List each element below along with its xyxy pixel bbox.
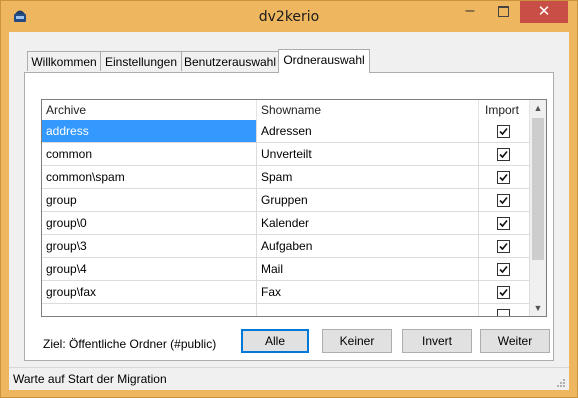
status-text: Warte auf Start der Migration <box>13 372 167 386</box>
column-header-import[interactable]: Import <box>479 100 530 120</box>
target-label: Ziel: Öffentliche Ordner (#public) <box>43 337 217 351</box>
resize-grip-icon[interactable] <box>555 376 565 387</box>
tab-benutzerauswahl[interactable]: Benutzerauswahl <box>181 51 279 71</box>
table-row[interactable]: common Unverteilt <box>42 143 530 166</box>
cell-import <box>479 166 530 189</box>
invert-button[interactable]: Invert <box>402 329 472 353</box>
table-row[interactable]: address Adressen <box>42 120 530 143</box>
cell-archive[interactable] <box>42 304 257 316</box>
cell-showname[interactable]: Gruppen <box>257 189 479 212</box>
cell-showname[interactable]: Aufgaben <box>257 235 479 258</box>
import-checkbox[interactable] <box>497 286 510 299</box>
import-checkbox[interactable] <box>497 125 510 138</box>
cell-showname[interactable]: Fax <box>257 281 479 304</box>
cell-showname[interactable] <box>257 304 479 316</box>
alle-button[interactable]: Alle <box>241 329 309 353</box>
import-checkbox[interactable] <box>497 263 510 276</box>
checkmark-icon <box>499 127 508 136</box>
checkmark-icon <box>499 265 508 274</box>
import-checkbox[interactable] <box>497 309 510 316</box>
title-bar[interactable]: dv2kerio – ✕ <box>1 1 577 32</box>
checkmark-icon <box>499 173 508 182</box>
table-row[interactable]: group\4 Mail <box>42 258 530 281</box>
tab-einstellungen[interactable]: Einstellungen <box>100 51 182 71</box>
cell-archive[interactable]: address <box>42 120 257 143</box>
cell-archive[interactable]: group\4 <box>42 258 257 281</box>
maximize-button[interactable] <box>488 1 518 23</box>
cell-archive[interactable]: group\0 <box>42 212 257 235</box>
keiner-button[interactable]: Keiner <box>322 329 392 353</box>
tab-willkommen[interactable]: Willkommen <box>27 51 101 71</box>
checkmark-icon <box>499 219 508 228</box>
table-row[interactable]: group Gruppen <box>42 189 530 212</box>
table-row[interactable]: group\0 Kalender <box>42 212 530 235</box>
cell-archive[interactable]: common <box>42 143 257 166</box>
maximize-icon <box>498 6 509 17</box>
folder-grid[interactable]: Archive Showname Import address Adressen c… <box>41 99 547 317</box>
cell-archive[interactable]: group\3 <box>42 235 257 258</box>
cell-import <box>479 281 530 304</box>
import-checkbox[interactable] <box>497 171 510 184</box>
column-header-archive[interactable]: Archive <box>42 100 257 120</box>
column-header-showname[interactable]: Showname <box>257 100 479 120</box>
table-row[interactable] <box>42 304 530 316</box>
close-icon: ✕ <box>537 3 551 20</box>
weiter-button[interactable]: Weiter <box>480 329 550 353</box>
checkmark-icon <box>499 288 508 297</box>
cell-import <box>479 120 530 143</box>
cell-import <box>479 212 530 235</box>
status-bar: Warte auf Start der Migration <box>9 367 569 390</box>
tab-ordnerauswahl[interactable]: Ordnerauswahl <box>278 49 370 73</box>
vertical-scrollbar[interactable]: ▲ ▼ <box>530 100 546 316</box>
minimize-icon: – <box>465 2 475 19</box>
cell-showname[interactable]: Kalender <box>257 212 479 235</box>
cell-showname[interactable]: Mail <box>257 258 479 281</box>
checkmark-icon <box>499 196 508 205</box>
cell-import <box>479 235 530 258</box>
import-checkbox[interactable] <box>497 194 510 207</box>
import-checkbox[interactable] <box>497 148 510 161</box>
minimize-button[interactable]: – <box>455 1 485 23</box>
checkmark-icon <box>499 150 508 159</box>
cell-archive[interactable]: group <box>42 189 257 212</box>
cell-import <box>479 189 530 212</box>
close-button[interactable]: ✕ <box>520 1 568 23</box>
cell-showname[interactable]: Adressen <box>257 120 479 143</box>
client-area: Willkommen Einstellungen Benutzerauswahl… <box>9 32 569 390</box>
cell-import <box>479 258 530 281</box>
cell-showname[interactable]: Unverteilt <box>257 143 479 166</box>
cell-showname[interactable]: Spam <box>257 166 479 189</box>
scroll-down-icon[interactable]: ▼ <box>530 300 546 316</box>
cell-archive[interactable]: common\spam <box>42 166 257 189</box>
import-checkbox[interactable] <box>497 217 510 230</box>
scrollbar-thumb[interactable] <box>532 118 544 260</box>
scroll-up-icon[interactable]: ▲ <box>530 100 546 116</box>
import-checkbox[interactable] <box>497 240 510 253</box>
cell-archive[interactable]: group\fax <box>42 281 257 304</box>
table-row[interactable]: common\spam Spam <box>42 166 530 189</box>
table-row[interactable]: group\fax Fax <box>42 281 530 304</box>
cell-import <box>479 143 530 166</box>
app-window: dv2kerio – ✕ Willkommen Einstellungen Be… <box>0 0 578 398</box>
tab-panel-ordnerauswahl: Archive Showname Import address Adressen c… <box>24 72 554 361</box>
cell-import <box>479 304 530 316</box>
checkmark-icon <box>499 242 508 251</box>
table-row[interactable]: group\3 Aufgaben <box>42 235 530 258</box>
